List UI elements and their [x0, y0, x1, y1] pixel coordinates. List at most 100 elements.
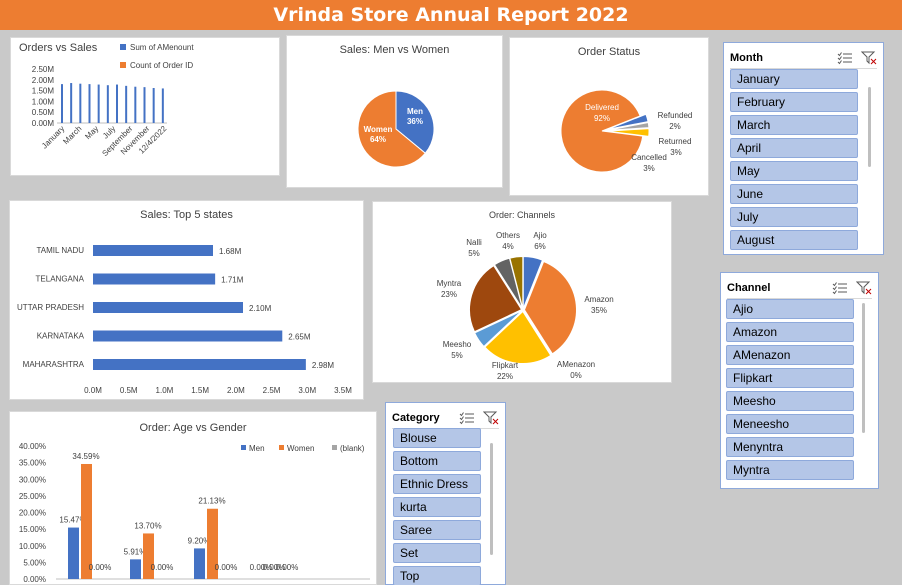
slice-label: Nalli [466, 238, 482, 247]
bar [70, 83, 73, 123]
top-states-plot: TAMIL NADU 1.68M TELANGANA 1.71M UTTAR PRADE… [17, 245, 352, 395]
value-label: 21.13% [198, 497, 225, 506]
category-slicer-scrollbar[interactable] [490, 443, 493, 555]
month-slicer-title: Month [730, 51, 763, 64]
legend-label: Count of Order ID [130, 61, 193, 70]
slice-label: 4% [502, 242, 514, 251]
clear-filter-icon[interactable] [860, 51, 877, 65]
x-tick-label: 3.5M [334, 386, 352, 395]
x-tick-label: March [61, 124, 83, 146]
month-slicer-item[interactable]: August [730, 230, 858, 250]
channel-slicer-item[interactable]: Meneesho [726, 414, 854, 434]
slice-label: Men [407, 107, 423, 116]
category-slicer-header: Category [392, 407, 499, 429]
slice-label: AMenazon [557, 360, 595, 369]
value-label: 34.59% [72, 452, 99, 461]
category-slicer-item[interactable]: Set [393, 543, 481, 563]
channel-slicer-item[interactable]: Amazon [726, 322, 854, 342]
month-slicer-item[interactable]: May [730, 161, 858, 181]
value-label: 5.91% [124, 547, 147, 556]
month-slicer-item[interactable]: April [730, 138, 858, 158]
value-label: 1.68M [219, 247, 242, 256]
category-slicer-title: Category [392, 411, 440, 424]
slice-label: 5% [468, 249, 480, 258]
multi-select-icon[interactable] [832, 281, 848, 295]
category-slicer-item[interactable]: Top [393, 566, 481, 585]
multi-select-icon[interactable] [459, 411, 475, 425]
value-label: 0.00% [151, 563, 174, 572]
slice-label: Women [364, 125, 393, 134]
month-slicer-item[interactable]: June [730, 184, 858, 204]
order-channels-plot: Ajio 6% Amazon 35% AMenazon 0% Flipkart 22% Mees… [437, 231, 614, 381]
month-slicer-item[interactable]: March [730, 115, 858, 135]
sales-men-women-chart[interactable]: Sales: Men vs Women Men 36% Women 64% [286, 35, 503, 188]
legend-swatch [332, 445, 337, 450]
y-tick-label: 1.50M [32, 87, 55, 96]
slice-label: Others [496, 231, 520, 240]
channel-slicer-item[interactable]: Flipkart [726, 368, 854, 388]
channel-slicer[interactable]: Channel Ajio Amazon AMenazon Flipkart Meesho… [720, 272, 879, 489]
slice-label: Refunded [658, 111, 693, 120]
x-tick-label: May [83, 124, 100, 141]
slice-label: Amazon [584, 295, 613, 304]
bar [81, 463, 92, 579]
channel-slicer-item[interactable]: Myntra [726, 460, 854, 480]
x-tick-label: 1.5M [191, 386, 209, 395]
channel-slicer-item[interactable]: Menyntra [726, 437, 854, 457]
order-channels-chart[interactable]: Order: Channels Ajio 6% Amazon 35% AMenazon 0… [372, 201, 672, 383]
multi-select-icon[interactable] [837, 51, 853, 65]
month-slicer-item[interactable]: February [730, 92, 858, 112]
slice-label: 22% [497, 372, 513, 381]
bar [93, 330, 283, 342]
month-slicer[interactable]: Month January February March April May June Ju… [723, 42, 884, 255]
channel-slicer-item[interactable]: Meesho [726, 391, 854, 411]
order-status-chart[interactable]: Order Status Delivered 92% Refunded 2% Retur… [509, 37, 709, 196]
value-label: 2.10M [249, 304, 272, 313]
slice-label: Cancelled [631, 153, 667, 162]
bar [125, 85, 128, 123]
legend-label: (blank) [340, 444, 365, 453]
legend-label: Women [287, 444, 314, 453]
category-slicer-item[interactable]: Blouse [393, 428, 481, 448]
clear-filter-icon[interactable] [482, 411, 499, 425]
slice-label: 6% [534, 242, 546, 251]
slice-label: 23% [441, 290, 457, 299]
clear-filter-icon[interactable] [855, 281, 872, 295]
orders-vs-sales-plot: 2.50M2.00M1.50M1.00M0.50M0.00MJanuaryMar… [32, 43, 195, 158]
slice-label: 64% [370, 135, 386, 144]
legend-label: Men [249, 444, 265, 453]
slice-label: 92% [594, 114, 610, 123]
bar [93, 245, 213, 256]
slice-label: 3% [670, 148, 682, 157]
category-slicer-item[interactable]: Bottom [393, 451, 481, 471]
month-slicer-item[interactable]: July [730, 207, 858, 227]
legend-swatch [120, 62, 126, 68]
category-slicer-item[interactable]: kurta [393, 497, 481, 517]
slice-label: Flipkart [492, 361, 519, 370]
channel-slicer-item[interactable]: AMenazon [726, 345, 854, 365]
channel-slicer-scrollbar[interactable] [862, 303, 865, 433]
orders-vs-sales-chart[interactable]: Orders vs Sales 2.50M 2.00M 1.50M 1.00M 0.50… [10, 37, 280, 176]
category-slicer-item[interactable]: Ethnic Dress [393, 474, 481, 494]
channel-slicer-item[interactable]: Ajio [726, 299, 854, 319]
slice-label: Myntra [437, 279, 462, 288]
y-tick-label: 20.00% [19, 509, 46, 518]
bar [93, 273, 216, 285]
slice-label: 35% [591, 306, 607, 315]
bar [194, 548, 205, 579]
x-tick-label: 2.0M [227, 386, 245, 395]
bar [68, 527, 79, 579]
y-tick-label: 25.00% [19, 492, 46, 501]
category-slicer-item[interactable]: Saree [393, 520, 481, 540]
legend-swatch [279, 445, 284, 450]
bar [106, 85, 109, 123]
channel-slicer-header: Channel [727, 277, 872, 299]
value-label: 9.20% [188, 536, 211, 545]
category-slicer[interactable]: Category Blouse Bottom Ethnic Dress kurta Sa… [385, 402, 506, 585]
top-states-chart[interactable]: Sales: Top 5 states TAMIL NADU 1.68M TELAN… [9, 200, 364, 400]
month-slicer-item[interactable]: January [730, 69, 858, 89]
legend-swatch [241, 445, 246, 450]
month-slicer-scrollbar[interactable] [868, 87, 871, 167]
age-gender-chart[interactable]: Order: Age vs Gender 40.00% 35.00% 30.00% 2… [9, 411, 377, 585]
y-tick-label: 1.00M [32, 97, 55, 106]
